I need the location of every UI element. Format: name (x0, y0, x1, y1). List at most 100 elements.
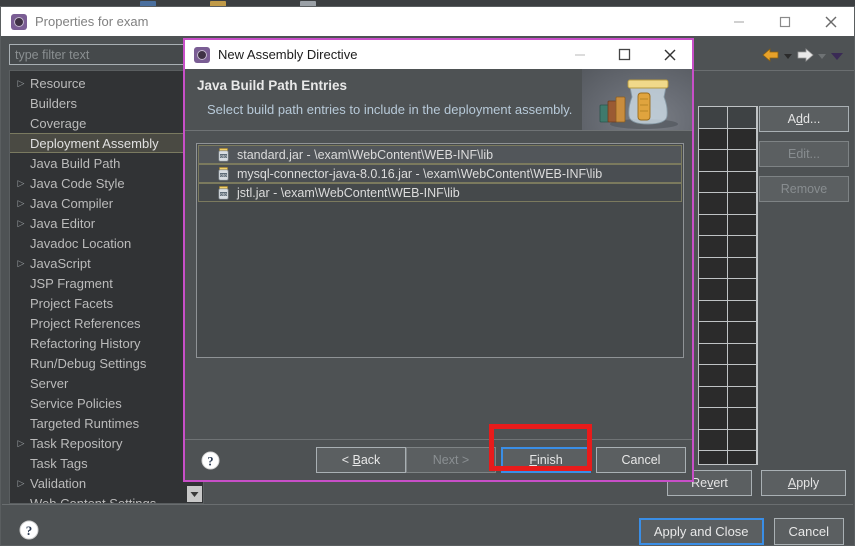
sidebar-item-java-compiler[interactable]: ▷ Java Compiler (10, 193, 203, 213)
sidebar-item-coverage[interactable]: Coverage (10, 113, 203, 133)
preference-tree[interactable]: ▷ Resource Builders Coverage Deployment Asse… (9, 70, 204, 504)
table-cell (699, 322, 727, 343)
chevron-right-icon[interactable]: ▷ (14, 193, 28, 213)
sidebar-item-java-editor[interactable]: ▷ Java Editor (10, 213, 203, 233)
dialog-close-icon[interactable] (647, 40, 692, 69)
sidebar-item-java-code-style[interactable]: ▷ Java Code Style (10, 173, 203, 193)
table-row[interactable] (699, 451, 757, 464)
sidebar-item-run-debug-settings[interactable]: Run/Debug Settings (10, 353, 203, 373)
sidebar-item-project-facets[interactable]: Project Facets (10, 293, 203, 313)
sidebar-item-javascript[interactable]: ▷ JavaScript (10, 253, 203, 273)
add-button[interactable]: Add... (759, 106, 849, 132)
navigation-toolbar (762, 48, 844, 67)
assembly-table[interactable] (698, 106, 758, 465)
sidebar-item-task-repository[interactable]: ▷ Task Repository (10, 433, 203, 453)
list-item[interactable]: 010 jstl.jar - \exam\WebContent\WEB-INF\l… (198, 183, 682, 202)
list-item[interactable]: 010 mysql-connector-java-8.0.16.jar - \ex… (198, 164, 682, 183)
table-row[interactable] (699, 128, 757, 151)
table-row[interactable] (699, 343, 757, 366)
close-icon[interactable] (808, 7, 854, 36)
table-action-buttons: Add... Edit... Remove (759, 106, 849, 211)
sidebar-item-refactoring-history[interactable]: Refactoring History (10, 333, 203, 353)
chevron-right-icon[interactable]: ▷ (14, 433, 28, 453)
chevron-right-icon[interactable]: ▷ (14, 473, 28, 493)
button-label: Apply (787, 476, 820, 490)
table-row[interactable] (699, 322, 757, 344)
tree-scroll-down-icon[interactable] (187, 486, 202, 502)
sidebar-item-label: Task Repository (30, 435, 123, 451)
table-cell (699, 343, 727, 364)
table-row[interactable] (699, 171, 757, 194)
cancel-button[interactable]: Cancel (773, 518, 844, 545)
sidebar-item-task-tags[interactable]: Task Tags (10, 453, 203, 473)
button-label: Apply and Close (653, 524, 749, 539)
chevron-right-icon[interactable]: ▷ (14, 253, 28, 273)
table-row[interactable] (699, 236, 757, 258)
maximize-icon[interactable] (762, 7, 808, 36)
edit-button: Edit... (759, 141, 849, 167)
apply-and-close-button[interactable]: Apply and Close (638, 518, 764, 545)
sidebar-item-web-content-settings[interactable]: Web Content Settings (10, 493, 203, 504)
table-row[interactable] (699, 429, 757, 452)
search-input[interactable] (9, 44, 189, 65)
table-row[interactable] (699, 365, 757, 387)
dialog-footer-buttons: Apply and Close Cancel (638, 518, 844, 545)
button-label: Next > (432, 453, 470, 467)
table-row[interactable] (699, 279, 757, 301)
sidebar-item-label: Java Build Path (30, 155, 121, 171)
sidebar-item-targeted-runtimes[interactable]: Targeted Runtimes (10, 413, 203, 433)
sidebar-item-server[interactable]: Server (10, 373, 203, 393)
button-label: Cancel (621, 453, 661, 467)
dialog-body: 010 standard.jar - \exam\WebContent\WEB-I… (185, 131, 692, 441)
apply-button[interactable]: Apply (761, 470, 846, 496)
forward-arrow-icon[interactable] (796, 48, 814, 67)
sidebar-item-java-build-path[interactable]: Java Build Path (10, 153, 203, 173)
cancel-button[interactable]: Cancel (596, 447, 686, 473)
chevron-right-icon[interactable]: ▷ (14, 213, 28, 233)
chevron-right-icon[interactable]: ▷ (14, 173, 28, 193)
table-cell (699, 451, 727, 464)
view-menu-chevron-down-icon[interactable] (830, 49, 844, 67)
sidebar-item-jsp-fragment[interactable]: JSP Fragment (10, 273, 203, 293)
help-question-icon[interactable]: ? (201, 450, 220, 470)
table-row[interactable] (699, 193, 757, 215)
back-arrow-icon[interactable] (762, 48, 780, 67)
table-cell (699, 365, 727, 386)
table-row[interactable] (699, 408, 757, 430)
sidebar-item-resource[interactable]: ▷ Resource (10, 73, 203, 93)
table-cell (699, 150, 727, 171)
chevron-right-icon[interactable]: ▷ (14, 73, 28, 93)
build-path-entries-list[interactable]: 010 standard.jar - \exam\WebContent\WEB-I… (196, 143, 684, 358)
list-item[interactable]: 010 standard.jar - \exam\WebContent\WEB-I… (198, 145, 682, 164)
sidebar-item-javadoc-location[interactable]: Javadoc Location (10, 233, 203, 253)
sidebar-item-builders[interactable]: Builders (10, 93, 203, 113)
back-menu-chevron-down-icon[interactable] (782, 49, 794, 67)
sidebar-item-deployment-assembly[interactable]: Deployment Assembly (10, 133, 203, 153)
sidebar-item-label: Builders (30, 95, 77, 111)
window-controls (716, 7, 854, 36)
list-item-label: jstl.jar - \exam\WebContent\WEB-INF\lib (237, 185, 460, 200)
sidebar-item-project-references[interactable]: Project References (10, 313, 203, 333)
table-row[interactable] (699, 150, 757, 172)
jar-file-icon: 010 (217, 185, 230, 200)
table-row[interactable] (699, 300, 757, 323)
button-label: Add... (787, 112, 821, 126)
sidebar-item-service-policies[interactable]: Service Policies (10, 393, 203, 413)
sidebar-item-label: Javadoc Location (30, 235, 132, 251)
table-cell (728, 128, 756, 149)
back-button[interactable]: < Back (316, 447, 406, 473)
sidebar-item-label: Coverage (30, 115, 87, 131)
table-header-row[interactable] (699, 107, 757, 129)
table-row[interactable] (699, 214, 757, 237)
sidebar-item-validation[interactable]: ▷ Validation (10, 473, 203, 493)
dialog-maximize-icon[interactable] (602, 40, 647, 69)
finish-button[interactable]: Finish (501, 447, 591, 473)
table-row[interactable] (699, 257, 757, 280)
help-question-icon[interactable]: ? (19, 520, 39, 540)
table-cell (699, 128, 727, 149)
eclipse-gear-icon (194, 46, 210, 63)
table-cell (728, 214, 756, 235)
svg-text:010: 010 (221, 192, 227, 196)
table-row[interactable] (699, 386, 757, 409)
minimize-icon[interactable] (716, 7, 762, 36)
